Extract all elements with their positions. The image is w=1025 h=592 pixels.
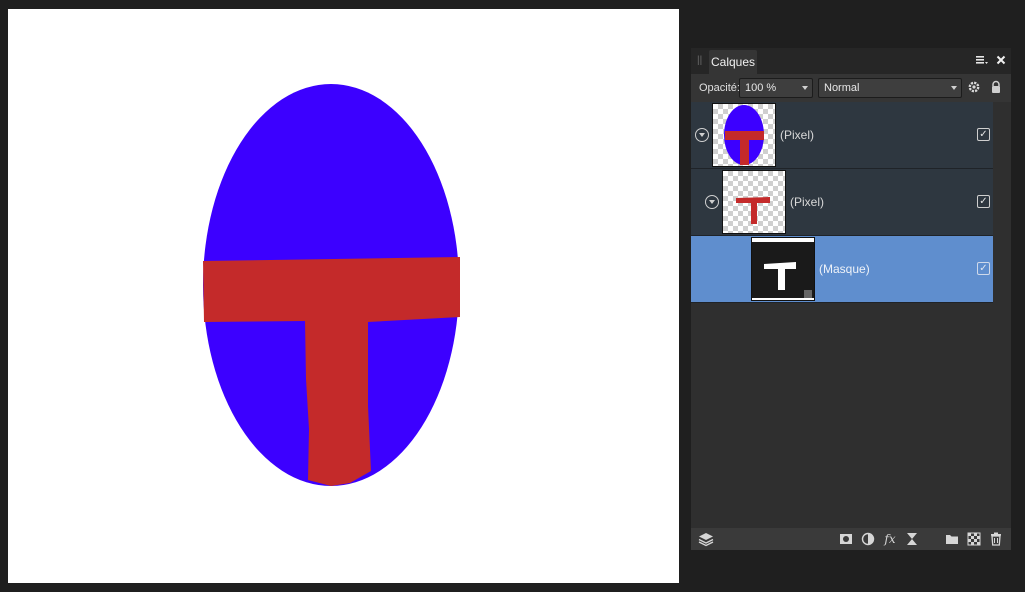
mask-thumbnail xyxy=(751,237,815,301)
trash-icon[interactable] xyxy=(988,531,1004,547)
mask-layer-icon[interactable] xyxy=(838,531,854,547)
layer-label: (Pixel) xyxy=(780,128,815,142)
opacity-field[interactable]: 100 % xyxy=(739,78,813,98)
layer-thumbnail xyxy=(722,170,786,234)
gear-icon[interactable] xyxy=(967,80,981,94)
drag-grip-icon[interactable]: || xyxy=(697,55,703,67)
layer-row-pixel-parent[interactable]: (Pixel) ✓ xyxy=(691,102,993,169)
chevron-down-icon xyxy=(951,86,957,90)
layers-stack-icon[interactable] xyxy=(698,531,714,547)
visibility-checkbox[interactable]: ✓ xyxy=(977,128,990,141)
panel-tab-bar: || Calques xyxy=(691,48,1011,74)
lock-icon[interactable] xyxy=(989,80,1003,94)
document-canvas[interactable] xyxy=(8,9,679,583)
visibility-checkbox[interactable]: ✓ xyxy=(977,262,990,275)
canvas-artwork xyxy=(203,84,460,486)
close-icon[interactable] xyxy=(994,53,1008,69)
red-t-vertical-stroke xyxy=(305,320,371,486)
red-t-horizontal-stroke xyxy=(203,257,460,322)
layer-row-pixel-child[interactable]: (Pixel) ✓ xyxy=(691,169,993,236)
folder-icon[interactable] xyxy=(944,531,960,547)
layer-label: (Masque) xyxy=(819,262,870,276)
opacity-value: 100 % xyxy=(745,82,777,94)
fx-icon[interactable]: fx xyxy=(881,531,899,547)
layer-thumbnail xyxy=(712,103,776,167)
layer-row-mask[interactable]: (Masque) ✓ xyxy=(691,236,993,303)
disclosure-triangle-icon[interactable] xyxy=(695,128,709,142)
layers-panel: || Calques Opacité: 100 % Normal (Pixel)… xyxy=(691,48,1011,550)
tab-calques[interactable]: Calques xyxy=(709,50,757,74)
disclosure-triangle-icon[interactable] xyxy=(705,195,719,209)
live-filter-icon[interactable] xyxy=(904,531,920,547)
layer-label: (Pixel) xyxy=(790,195,825,209)
blend-mode-value: Normal xyxy=(824,82,860,94)
adjustment-icon[interactable] xyxy=(860,531,876,547)
layer-toolbar: Opacité: 100 % Normal xyxy=(691,74,1011,102)
panel-bottom-bar: fx xyxy=(691,528,1011,550)
new-pixel-layer-icon[interactable] xyxy=(966,531,982,547)
blend-mode-select[interactable]: Normal xyxy=(818,78,962,98)
opacity-label: Opacité: xyxy=(699,82,740,94)
panel-menu-icon[interactable] xyxy=(975,53,989,69)
visibility-checkbox[interactable]: ✓ xyxy=(977,195,990,208)
chevron-down-icon xyxy=(802,86,808,90)
